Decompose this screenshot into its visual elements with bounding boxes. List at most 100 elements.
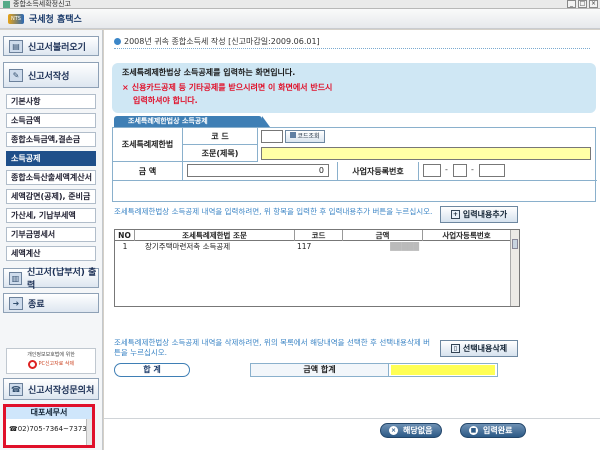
delete-guide-text: 조세특례제한법상 소득공제 내역을 삭제하려면, 위의 목록에서 해당내역을 선…: [114, 338, 431, 357]
cell-amount: █████: [390, 242, 419, 251]
sidebar-section-label: 신고서불러오기: [28, 42, 86, 53]
notice-line-2: × 신용카드공제 등 기타공제를 받으시려면 이 화면에서 반드시: [122, 82, 586, 93]
trash-icon: ▯: [450, 344, 460, 353]
sidebar-item-income[interactable]: 소득금액: [6, 113, 96, 128]
deduction-table[interactable]: NO 조세특례제한법 조문 코드 금액 사업자등록번호 1 장기주택마련저축 소…: [114, 229, 520, 307]
input-complete-button[interactable]: ■ 입력완료: [460, 423, 526, 438]
sidebar-item-donation[interactable]: 기부금명세서: [6, 227, 96, 242]
bottom-action-bar: × 해당없음 ■ 입력완료: [104, 418, 600, 450]
window-titlebar: 종합소득세확정신고 _ □ ×: [0, 0, 600, 9]
clause-input[interactable]: [261, 147, 591, 160]
notice-line-1: 조세특례제한법상 소득공제를 입력하는 화면입니다.: [122, 68, 296, 77]
no-sign-icon: [27, 360, 37, 369]
tax-office-phone: ☎02)705-7364~7373: [9, 425, 87, 433]
amount-row: 금 액 0 사업자등록번호 - -: [113, 162, 597, 181]
column-header[interactable]: 조세특례제한법 조문: [135, 230, 295, 241]
biz-no-input-2[interactable]: [453, 164, 467, 177]
brand-header: NTS 국세청 홈택스: [0, 9, 600, 29]
sidebar-section-print[interactable]: ▥ 신고서(납부서) 출력: [3, 268, 99, 291]
not-applicable-label: 해당없음: [403, 426, 433, 435]
amount-total-label: 금액 합계: [251, 364, 389, 376]
sidebar-item-total-income[interactable]: 종합소득금액,결손금: [6, 132, 96, 147]
biz-no-label: 사업자등록번호: [337, 162, 419, 181]
nts-logo: NTS: [8, 13, 24, 24]
cell-name: 장기주택마련저축 소득공제: [145, 242, 231, 251]
amount-label: 금 액: [113, 162, 183, 181]
title-divider: [114, 48, 590, 49]
tax-office-name: 대포세무서: [6, 407, 92, 419]
table-scrollbar[interactable]: [510, 230, 519, 306]
phone-icon: ☎: [9, 382, 23, 396]
check-square-icon: ■: [469, 426, 478, 435]
window-controls: _ □ ×: [567, 0, 598, 8]
sidebar-item-tax-reduction[interactable]: 세액감면(공제), 준비금: [6, 189, 96, 204]
sidebar-item-basic[interactable]: 기본사항: [6, 94, 96, 109]
notice-line-2-text: 신용카드공제 등 기타공제를 받으시려면 이 화면에서 반드시: [131, 83, 333, 92]
add-entry-label: 입력내용추가: [462, 210, 508, 219]
window-title: 종합소득세확정신고: [13, 0, 71, 8]
sidebar-section-exit[interactable]: ➜ 종료: [3, 293, 99, 313]
x-circle-icon: ×: [389, 426, 398, 435]
sidebar-item-tax-calc-sheet[interactable]: 종합소득산출세액계산서: [6, 170, 96, 185]
add-entry-button[interactable]: + 입력내용추가: [440, 206, 518, 223]
not-applicable-button[interactable]: × 해당없음: [380, 423, 442, 438]
sidebar-section-contact[interactable]: ☎ 신고서작성문의처: [3, 378, 99, 400]
code-input[interactable]: [261, 130, 283, 143]
privacy-caption: 개인정보보호법에 위한: [27, 352, 75, 358]
amount-input[interactable]: 0: [187, 164, 329, 177]
minimize-icon[interactable]: _: [567, 0, 576, 8]
pencil-icon: ✎: [9, 68, 23, 82]
column-header[interactable]: 코드: [295, 230, 343, 241]
column-header[interactable]: NO: [115, 230, 135, 241]
main-panel: 2008년 귀속 종합소득세 작성 [신고마감일:2009.06.01] 조세특…: [104, 30, 600, 450]
tax-office-scrollbar[interactable]: [86, 419, 92, 445]
input-complete-label: 입력완료: [483, 426, 513, 435]
app-icon: [3, 0, 10, 8]
sidebar-item-deduction[interactable]: 소득공제: [6, 151, 96, 166]
sidebar-section-load[interactable]: ▤ 신고서불러오기: [3, 36, 99, 56]
notice-line-3: 입력하셔야 합니다.: [133, 96, 198, 105]
sidebar-section-label: 신고서작성문의처: [28, 385, 95, 396]
total-label: 합 계: [114, 363, 190, 377]
sidebar-item-additional-tax[interactable]: 가산세, 기납부세액: [6, 208, 96, 223]
biz-no-input-1[interactable]: [423, 164, 441, 177]
add-doc-icon: +: [450, 210, 460, 219]
delete-entry-label: 선택내용삭제: [462, 344, 508, 353]
notice-box: 조세특례제한법상 소득공제를 입력하는 화면입니다. × 신용카드공제 등 기타공…: [112, 63, 596, 113]
sidebar: ▤ 신고서불러오기 ✎ 신고서작성 기본사항 소득금액 종합소득금액,결손금 소…: [0, 30, 103, 450]
page-title: 2008년 귀속 종합소득세 작성 [신고마감일:2009.06.01]: [114, 36, 320, 47]
sidebar-item-tax-calc[interactable]: 세액계산: [6, 246, 96, 261]
search-icon: [290, 132, 297, 138]
code-search-label: 코드조회: [297, 133, 320, 140]
bullet-icon: [114, 38, 121, 45]
clause-label: 조문(제목): [183, 145, 258, 162]
exit-icon: ➜: [9, 296, 23, 310]
law-label: 조세특례제한법: [113, 128, 183, 162]
dash-separator: -: [471, 165, 474, 174]
sidebar-section-write[interactable]: ✎ 신고서작성: [3, 62, 99, 88]
close-icon[interactable]: ×: [589, 0, 598, 8]
amount-total-box: 금액 합계: [250, 363, 498, 377]
table-row[interactable]: 1 장기주택마련저축 소득공제 117 █████: [115, 241, 511, 252]
maximize-icon[interactable]: □: [578, 0, 587, 8]
biz-no-input-3[interactable]: [479, 164, 505, 177]
cell-biz-no: [423, 241, 511, 252]
cell-no: 1: [122, 242, 128, 251]
page-title-text: 2008년 귀속 종합소득세 작성 [신고마감일:2009.06.01]: [124, 37, 320, 46]
sidebar-section-label: 신고서작성: [28, 71, 70, 82]
deduction-form: 조세특례제한법 코 드 조문(제목) 코드조회 금 액 0 사업자등록번호 - …: [112, 127, 597, 202]
tax-office-contact: 대포세무서 ☎02)705-7364~7373: [3, 404, 95, 448]
dash-separator: -: [445, 165, 448, 174]
amount-total-value: [391, 365, 495, 375]
section-tab: 조세특례제한법상 소득공제: [114, 116, 270, 127]
brand-name: 국세청 홈택스: [29, 15, 82, 25]
scroll-thumb[interactable]: [512, 239, 518, 249]
printer-icon: ▥: [9, 271, 22, 285]
privacy-delete-box[interactable]: 개인정보보호법에 위한 PC신고자료 삭제: [6, 348, 96, 374]
column-header[interactable]: 사업자등록번호: [423, 230, 511, 241]
code-search-button[interactable]: 코드조회: [285, 130, 325, 143]
add-guide-text: 조세특례제한법상 소득공제 내역을 입력하려면, 위 항목을 입력한 후 입력내…: [114, 207, 433, 216]
privacy-delete-link[interactable]: PC신고자료 삭제: [38, 361, 74, 367]
delete-entry-button[interactable]: ▯ 선택내용삭제: [440, 340, 518, 357]
column-header[interactable]: 금액: [343, 230, 423, 241]
